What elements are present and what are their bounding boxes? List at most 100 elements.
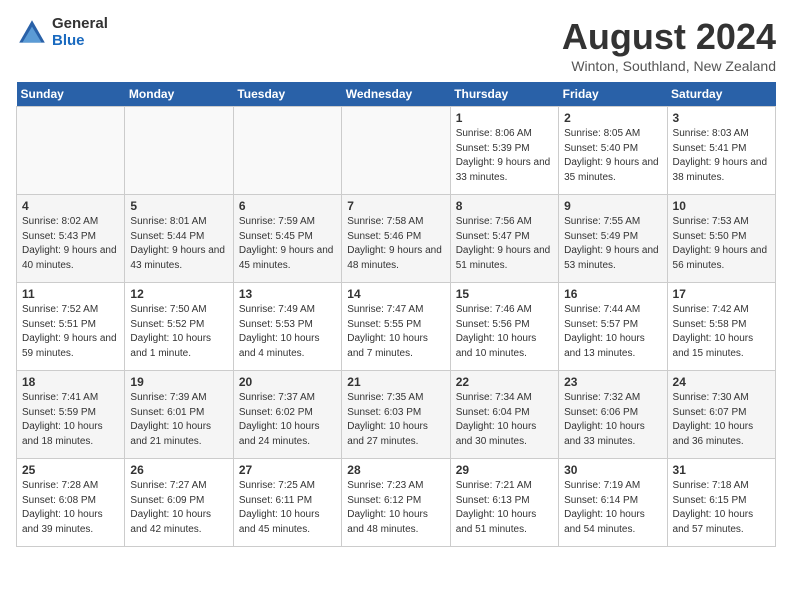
table-row: 21 Sunrise: 7:35 AMSunset: 6:03 PMDayligh… (342, 371, 450, 459)
table-row (125, 107, 233, 195)
day-info: Sunrise: 7:50 AMSunset: 5:52 PMDaylight:… (130, 303, 227, 361)
header-wednesday: Wednesday (342, 82, 450, 107)
day-number: 21 (347, 375, 444, 389)
day-info: Sunrise: 7:34 AMSunset: 6:04 PMDaylight:… (456, 391, 553, 449)
day-info: Sunrise: 7:46 AMSunset: 5:56 PMDaylight:… (456, 303, 553, 361)
table-row: 29 Sunrise: 7:21 AMSunset: 6:13 PMDayligh… (450, 459, 558, 547)
day-number: 31 (673, 463, 770, 477)
day-info: Sunrise: 7:47 AMSunset: 5:55 PMDaylight:… (347, 303, 444, 361)
day-info: Sunrise: 7:32 AMSunset: 6:06 PMDaylight:… (564, 391, 661, 449)
day-info: Sunrise: 7:58 AMSunset: 5:46 PMDaylight:… (347, 215, 444, 273)
table-row (17, 107, 125, 195)
table-row: 18Sunrise: 7:41 AMSunset: 5:59 PMDayligh… (17, 371, 125, 459)
table-row: 24 Sunrise: 7:30 AMSunset: 6:07 PMDayligh… (667, 371, 775, 459)
table-row: 17 Sunrise: 7:42 AMSunset: 5:58 PMDayligh… (667, 283, 775, 371)
day-number: 2 (564, 111, 661, 125)
table-row: 26 Sunrise: 7:27 AMSunset: 6:09 PMDayligh… (125, 459, 233, 547)
day-number: 1 (456, 111, 553, 125)
day-number: 11 (22, 287, 119, 301)
day-info: Sunrise: 7:39 AMSunset: 6:01 PMDaylight:… (130, 391, 227, 449)
table-row: 25 Sunrise: 7:28 AMSunset: 6:08 PMDayligh… (17, 459, 125, 547)
day-number: 23 (564, 375, 661, 389)
day-number: 4 (22, 199, 119, 213)
day-number: 13 (239, 287, 336, 301)
header-monday: Monday (125, 82, 233, 107)
logo-icon (16, 17, 48, 49)
day-number: 6 (239, 199, 336, 213)
table-row: 28Sunrise: 7:23 AMSunset: 6:12 PMDayligh… (342, 459, 450, 547)
page-header: General Blue August 2024 Winton, Southla… (16, 16, 776, 74)
day-info: Sunrise: 7:27 AMSunset: 6:09 PMDaylight:… (130, 479, 227, 537)
calendar-week-row: 25 Sunrise: 7:28 AMSunset: 6:08 PMDayligh… (17, 459, 776, 547)
day-info: Sunrise: 7:19 AMSunset: 6:14 PMDaylight:… (564, 479, 661, 537)
table-row: 9 Sunrise: 7:55 AMSunset: 5:49 PMDaylight… (559, 195, 667, 283)
table-row: 11 Sunrise: 7:52 AMSunset: 5:51 PMDayligh… (17, 283, 125, 371)
day-number: 20 (239, 375, 336, 389)
day-number: 5 (130, 199, 227, 213)
table-row (233, 107, 341, 195)
page-subtitle: Winton, Southland, New Zealand (562, 58, 776, 74)
calendar-week-row: 1 Sunrise: 8:06 AMSunset: 5:39 PMDaylight… (17, 107, 776, 195)
day-info: Sunrise: 8:05 AMSunset: 5:40 PMDaylight:… (564, 127, 661, 185)
header-friday: Friday (559, 82, 667, 107)
table-row: 23 Sunrise: 7:32 AMSunset: 6:06 PMDayligh… (559, 371, 667, 459)
header-sunday: Sunday (17, 82, 125, 107)
table-row: 12Sunrise: 7:50 AMSunset: 5:52 PMDayligh… (125, 283, 233, 371)
day-number: 9 (564, 199, 661, 213)
logo-general: General (52, 16, 108, 33)
calendar-week-row: 18Sunrise: 7:41 AMSunset: 5:59 PMDayligh… (17, 371, 776, 459)
day-number: 3 (673, 111, 770, 125)
table-row: 14 Sunrise: 7:47 AMSunset: 5:55 PMDayligh… (342, 283, 450, 371)
day-number: 22 (456, 375, 553, 389)
day-number: 14 (347, 287, 444, 301)
header-saturday: Saturday (667, 82, 775, 107)
day-number: 15 (456, 287, 553, 301)
day-info: Sunrise: 7:49 AMSunset: 5:53 PMDaylight:… (239, 303, 336, 361)
page-title: August 2024 (562, 16, 776, 58)
table-row: 7Sunrise: 7:58 AMSunset: 5:46 PMDaylight… (342, 195, 450, 283)
day-number: 25 (22, 463, 119, 477)
day-info: Sunrise: 7:56 AMSunset: 5:47 PMDaylight:… (456, 215, 553, 273)
day-info: Sunrise: 7:55 AMSunset: 5:49 PMDaylight:… (564, 215, 661, 273)
table-row: 30 Sunrise: 7:19 AMSunset: 6:14 PMDayligh… (559, 459, 667, 547)
day-info: Sunrise: 7:25 AMSunset: 6:11 PMDaylight:… (239, 479, 336, 537)
day-info: Sunrise: 7:35 AMSunset: 6:03 PMDaylight:… (347, 391, 444, 449)
day-number: 30 (564, 463, 661, 477)
day-number: 8 (456, 199, 553, 213)
day-number: 19 (130, 375, 227, 389)
day-info: Sunrise: 7:59 AMSunset: 5:45 PMDaylight:… (239, 215, 336, 273)
table-row: 8 Sunrise: 7:56 AMSunset: 5:47 PMDaylight… (450, 195, 558, 283)
logo: General Blue (16, 16, 108, 49)
calendar-week-row: 4Sunrise: 8:02 AMSunset: 5:43 PMDaylight… (17, 195, 776, 283)
day-info: Sunrise: 7:52 AMSunset: 5:51 PMDaylight:… (22, 303, 119, 361)
day-number: 29 (456, 463, 553, 477)
table-row: 13 Sunrise: 7:49 AMSunset: 5:53 PMDayligh… (233, 283, 341, 371)
header-tuesday: Tuesday (233, 82, 341, 107)
day-info: Sunrise: 7:53 AMSunset: 5:50 PMDaylight:… (673, 215, 770, 273)
title-block: August 2024 Winton, Southland, New Zeala… (562, 16, 776, 74)
table-row: 31 Sunrise: 7:18 AMSunset: 6:15 PMDayligh… (667, 459, 775, 547)
calendar-header-row: SundayMondayTuesdayWednesdayThursdayFrid… (17, 82, 776, 107)
table-row: 3 Sunrise: 8:03 AMSunset: 5:41 PMDaylight… (667, 107, 775, 195)
day-info: Sunrise: 7:21 AMSunset: 6:13 PMDaylight:… (456, 479, 553, 537)
day-number: 28 (347, 463, 444, 477)
table-row: 2 Sunrise: 8:05 AMSunset: 5:40 PMDaylight… (559, 107, 667, 195)
day-info: Sunrise: 8:03 AMSunset: 5:41 PMDaylight:… (673, 127, 770, 185)
table-row: 4Sunrise: 8:02 AMSunset: 5:43 PMDaylight… (17, 195, 125, 283)
table-row: 15 Sunrise: 7:46 AMSunset: 5:56 PMDayligh… (450, 283, 558, 371)
table-row: 10 Sunrise: 7:53 AMSunset: 5:50 PMDayligh… (667, 195, 775, 283)
table-row: 5Sunrise: 8:01 AMSunset: 5:44 PMDaylight… (125, 195, 233, 283)
day-info: Sunrise: 7:18 AMSunset: 6:15 PMDaylight:… (673, 479, 770, 537)
day-info: Sunrise: 7:42 AMSunset: 5:58 PMDaylight:… (673, 303, 770, 361)
table-row (342, 107, 450, 195)
day-info: Sunrise: 7:30 AMSunset: 6:07 PMDaylight:… (673, 391, 770, 449)
day-number: 24 (673, 375, 770, 389)
day-number: 27 (239, 463, 336, 477)
day-info: Sunrise: 7:28 AMSunset: 6:08 PMDaylight:… (22, 479, 119, 537)
table-row: 27 Sunrise: 7:25 AMSunset: 6:11 PMDayligh… (233, 459, 341, 547)
table-row: 20Sunrise: 7:37 AMSunset: 6:02 PMDayligh… (233, 371, 341, 459)
day-info: Sunrise: 8:06 AMSunset: 5:39 PMDaylight:… (456, 127, 553, 185)
day-number: 26 (130, 463, 227, 477)
day-number: 17 (673, 287, 770, 301)
day-number: 10 (673, 199, 770, 213)
